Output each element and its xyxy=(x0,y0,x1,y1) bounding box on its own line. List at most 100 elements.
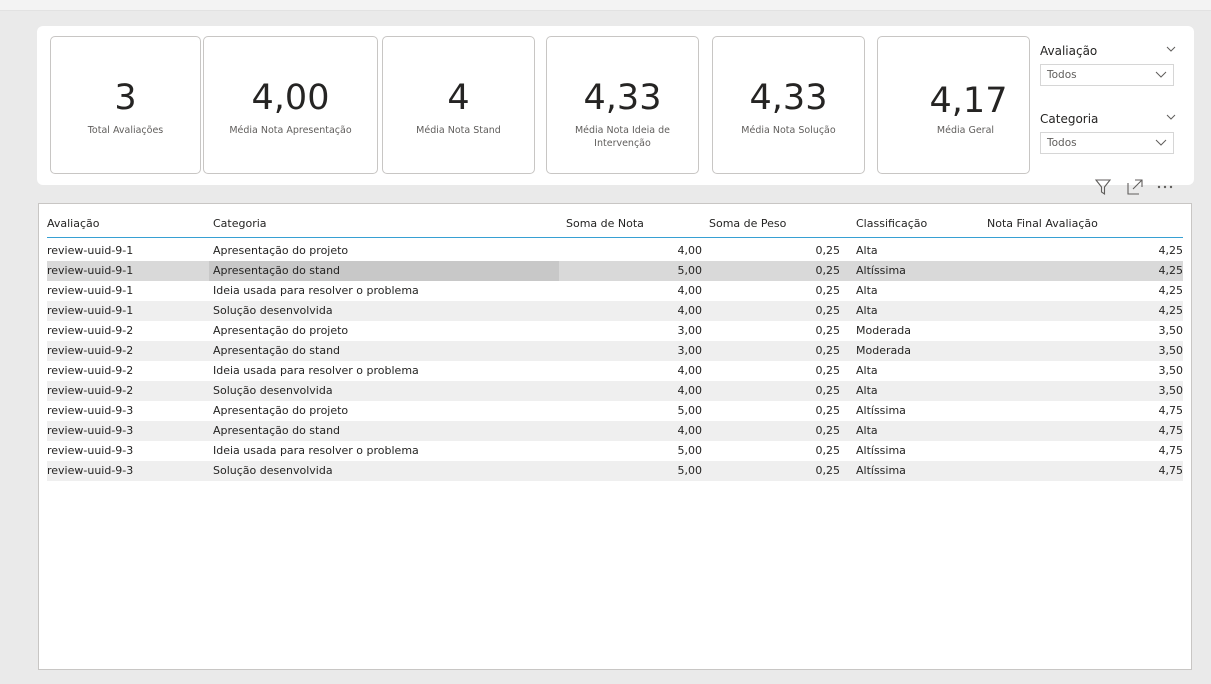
table-row[interactable]: review-uuid-9-1 Ideia usada para resolver… xyxy=(47,281,1183,301)
kpi-value: 4,00 xyxy=(251,78,330,118)
cell-avaliacao: review-uuid-9-2 xyxy=(47,344,134,357)
chevron-down-icon xyxy=(1155,139,1167,146)
cell-soma-nota: 4,00 xyxy=(677,364,703,377)
cell-soma-nota: 4,00 xyxy=(677,304,703,317)
cell-classificacao: Moderada xyxy=(856,324,911,337)
dropdown-value: Todos xyxy=(1047,69,1077,81)
cell-soma-peso: 0,25 xyxy=(815,384,841,397)
cell-avaliacao: review-uuid-9-3 xyxy=(47,444,134,457)
column-header-classificacao[interactable]: Classificação xyxy=(856,217,927,230)
focus-mode-icon[interactable] xyxy=(1124,176,1146,198)
cell-nota-final: 4,75 xyxy=(1158,424,1184,437)
column-header-soma-peso[interactable]: Soma de Peso xyxy=(709,217,786,230)
cell-nota-final: 3,50 xyxy=(1158,364,1184,377)
cell-soma-nota: 4,00 xyxy=(677,384,703,397)
kpi-value: 4,33 xyxy=(749,78,828,118)
cell-categoria: Apresentação do projeto xyxy=(213,244,349,257)
cell-nota-final: 4,75 xyxy=(1158,464,1184,477)
cell-soma-nota: 4,00 xyxy=(677,284,703,297)
cell-avaliacao: review-uuid-9-1 xyxy=(47,244,134,257)
slicer-dropdown-categoria[interactable]: Todos xyxy=(1040,132,1174,154)
cell-soma-peso: 0,25 xyxy=(815,324,841,337)
column-header-soma-nota[interactable]: Soma de Nota xyxy=(566,217,644,230)
cell-nota-final: 3,50 xyxy=(1158,344,1184,357)
table-row[interactable]: review-uuid-9-3 Solução desenvolvida 5,00 0… xyxy=(47,461,1183,481)
cell-categoria: Ideia usada para resolver o problema xyxy=(213,284,419,297)
slicer-dropdown-avaliacao[interactable]: Todos xyxy=(1040,64,1174,86)
kpi-card-media-solucao[interactable]: 4,33 Média Nota Solução xyxy=(712,36,865,174)
cell-classificacao: Alta xyxy=(856,304,878,317)
kpi-card-total-avaliacoes[interactable]: 3 Total Avaliações xyxy=(50,36,201,174)
table-row[interactable]: review-uuid-9-2 Apresentação do projeto 3,… xyxy=(47,321,1183,341)
cell-avaliacao: review-uuid-9-2 xyxy=(47,364,134,377)
kpi-value: 3 xyxy=(114,78,137,118)
top-strip xyxy=(0,0,1211,11)
cell-classificacao: Alta xyxy=(856,244,878,257)
table-row[interactable]: review-uuid-9-3 Apresentação do projeto 5,… xyxy=(47,401,1183,421)
cell-nota-final: 4,25 xyxy=(1158,304,1184,317)
cell-avaliacao: review-uuid-9-3 xyxy=(47,464,134,477)
cell-soma-nota: 5,00 xyxy=(677,444,703,457)
cell-avaliacao: review-uuid-9-3 xyxy=(47,404,134,417)
column-header-avaliacao[interactable]: Avaliação xyxy=(47,217,100,230)
cell-categoria: Solução desenvolvida xyxy=(213,464,333,477)
cell-nota-final: 4,75 xyxy=(1158,444,1184,457)
table-row[interactable]: review-uuid-9-2 Ideia usada para resolver… xyxy=(47,361,1183,381)
cell-soma-peso: 0,25 xyxy=(815,424,841,437)
cell-soma-peso: 0,25 xyxy=(815,244,841,257)
more-options-icon[interactable] xyxy=(1154,176,1176,198)
cell-avaliacao: review-uuid-9-1 xyxy=(47,304,134,317)
chevron-down-icon[interactable] xyxy=(1166,114,1176,121)
table-row[interactable]: review-uuid-9-2 Apresentação do stand 3,00… xyxy=(47,341,1183,361)
cell-soma-nota: 5,00 xyxy=(677,464,703,477)
kpi-card-media-stand[interactable]: 4 Média Nota Stand xyxy=(382,36,535,174)
cell-classificacao: Alta xyxy=(856,284,878,297)
chevron-down-icon[interactable] xyxy=(1166,46,1176,53)
cell-soma-peso: 0,25 xyxy=(815,444,841,457)
table-row[interactable]: review-uuid-9-2 Solução desenvolvida 4,00 0… xyxy=(47,381,1183,401)
slicer-categoria: Categoria Todos xyxy=(1040,110,1180,154)
column-header-nota-final[interactable]: Nota Final Avaliação xyxy=(987,217,1098,230)
cell-avaliacao: review-uuid-9-1 xyxy=(47,284,134,297)
data-table: Avaliação Categoria Soma de Nota Soma de… xyxy=(38,203,1192,670)
cell-classificacao: Moderada xyxy=(856,344,911,357)
table-row[interactable]: review-uuid-9-3 Apresentação do stand 4,00… xyxy=(47,421,1183,441)
kpi-label: Total Avaliações xyxy=(87,125,164,136)
slicer-title-text: Categoria xyxy=(1040,112,1099,126)
kpi-label: Média Nota Stand xyxy=(416,125,501,136)
kpi-label: Média Nota Ideia de Intervenção xyxy=(574,125,671,149)
kpi-card-media-ideia[interactable]: 4,33 Média Nota Ideia de Intervenção xyxy=(546,36,699,174)
cell-avaliacao: review-uuid-9-1 xyxy=(47,264,134,277)
slicer-title: Avaliação xyxy=(1040,42,1180,60)
dropdown-value: Todos xyxy=(1047,137,1077,149)
filter-icon[interactable] xyxy=(1092,176,1114,198)
cell-categoria: Ideia usada para resolver o problema xyxy=(213,364,419,377)
cell-soma-peso: 0,25 xyxy=(815,404,841,417)
column-header-categoria[interactable]: Categoria xyxy=(213,217,267,230)
cell-classificacao: Altíssima xyxy=(856,404,906,417)
cell-soma-nota: 4,00 xyxy=(677,424,703,437)
kpi-card-media-apresentacao[interactable]: 4,00 Média Nota Apresentação xyxy=(203,36,378,174)
table-body: review-uuid-9-1 Apresentação do projeto 4,… xyxy=(47,241,1183,481)
cell-avaliacao: review-uuid-9-3 xyxy=(47,424,134,437)
table-row[interactable]: review-uuid-9-1 Solução desenvolvida 4,00 0… xyxy=(47,301,1183,321)
cell-classificacao: Altíssima xyxy=(856,264,906,277)
table-row[interactable]: review-uuid-9-1 Apresentação do projeto 4,… xyxy=(47,241,1183,261)
kpi-card-media-geral[interactable]: 4,17 Média Geral xyxy=(877,36,1030,174)
cell-soma-nota: 5,00 xyxy=(677,264,703,277)
table-header: Avaliação Categoria Soma de Nota Soma de… xyxy=(47,213,1183,238)
cell-classificacao: Altíssima xyxy=(856,464,906,477)
cell-categoria: Ideia usada para resolver o problema xyxy=(213,444,419,457)
cell-soma-peso: 0,25 xyxy=(815,284,841,297)
cell-categoria: Apresentação do projeto xyxy=(213,404,349,417)
cell-categoria: Apresentação do stand xyxy=(213,344,341,357)
cell-classificacao: Alta xyxy=(856,384,878,397)
cell-soma-peso: 0,25 xyxy=(815,464,841,477)
kpi-value: 4,33 xyxy=(583,78,662,118)
kpi-label: Média Nota Apresentação xyxy=(229,125,352,136)
table-row[interactable]: review-uuid-9-3 Ideia usada para resolver… xyxy=(47,441,1183,461)
cell-avaliacao: review-uuid-9-2 xyxy=(47,324,134,337)
table-row[interactable]: review-uuid-9-1 Apresentação do stand 5,00… xyxy=(47,261,1183,281)
cell-nota-final: 4,25 xyxy=(1158,284,1184,297)
cell-soma-peso: 0,25 xyxy=(815,304,841,317)
